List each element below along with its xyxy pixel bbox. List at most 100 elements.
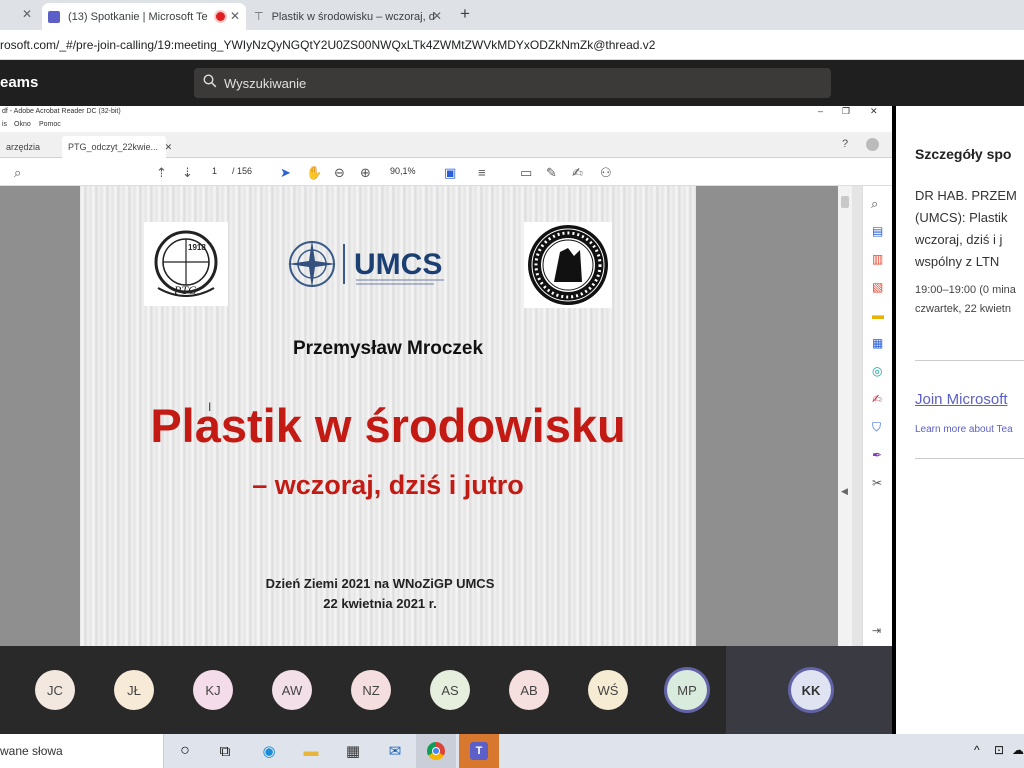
mail-icon[interactable]: ✉ [384, 741, 406, 761]
tab-tools[interactable]: arzędzia [0, 136, 46, 158]
zoom-in-icon[interactable]: ⊕ [360, 165, 371, 181]
text-cursor-icon: I [208, 400, 212, 414]
hand-icon[interactable]: ✋ [306, 165, 322, 181]
slide-event: Dzień Ziemi 2021 na WNoZiGP UMCS [265, 576, 495, 591]
teams-task-button[interactable]: T [459, 734, 499, 768]
slide-date: 22 kwietnia 2021 r. [323, 596, 437, 611]
collapse-panel-icon[interactable]: ◀ [841, 486, 848, 497]
export-pdf-icon[interactable]: ▤ [872, 224, 883, 238]
chrome-task-button[interactable] [416, 734, 456, 768]
zoom-level[interactable]: 90,1% [390, 166, 416, 176]
zoom-search-icon[interactable]: ⌕ [14, 165, 21, 181]
search-icon[interactable]: ⌕ [871, 196, 878, 212]
acrobat-title-bar: df - Adobe Acrobat Reader DC (32-bit) – … [0, 106, 892, 120]
slide-subtitle: – wczoraj, dziś i jutro [252, 470, 524, 500]
acrobat-tools-pane: ⌕ ▤ ▥ ▧ ▬ ▦ ◎ ✍ ⛉ ✒ ✂ ⇥ [862, 186, 892, 646]
tab-document[interactable]: PTG_odczyt_22kwie... ✕ [62, 136, 172, 158]
shared-screen: df - Adobe Acrobat Reader DC (32-bit) – … [0, 106, 892, 646]
slide-author: Przemysław Mroczek [292, 338, 484, 359]
avatar-initials: WŚ [597, 682, 619, 698]
sign-icon[interactable]: ✍ [572, 165, 583, 181]
file-explorer-icon[interactable]: ▬ [300, 741, 322, 761]
scrollbar-thumb[interactable] [841, 196, 849, 208]
url-text[interactable]: rosoft.com/_#/pre-join-calling/19:meetin… [0, 38, 655, 52]
document-view[interactable]: 1918 PTG UMCS Przemysław Mroczek Plastik… [0, 186, 838, 646]
minimize-icon[interactable]: – [818, 106, 823, 116]
acrobat-window-title: df - Adobe Acrobat Reader DC (32-bit) [2, 108, 121, 115]
avatar-initials: JŁ [127, 682, 141, 698]
participant-avatar[interactable]: WŚ [588, 670, 628, 710]
new-tab-icon[interactable]: + [460, 4, 470, 24]
participant-avatar[interactable]: AW [272, 670, 312, 710]
taskbar-search-box[interactable]: wane słowa [0, 734, 164, 768]
address-bar[interactable]: rosoft.com/_#/pre-join-calling/19:meetin… [0, 30, 1024, 60]
avatar-initials: NZ [362, 682, 380, 698]
combine-icon[interactable]: ▦ [872, 336, 883, 350]
chrome-icon-center [432, 747, 440, 755]
tab-plastik[interactable]: ⊤ Plastik w środowisku – wczoraj, d ✕ [248, 3, 448, 30]
edge-icon[interactable]: ◉ [258, 741, 280, 761]
page-total: / 156 [232, 166, 253, 176]
details-desc-line: DR HAB. PRZEM [915, 188, 1017, 203]
pen-icon[interactable]: ✎ [546, 165, 557, 181]
avatar-initials: AB [520, 682, 538, 698]
close-icon[interactable]: ✕ [870, 106, 878, 117]
store-icon[interactable]: ▦ [342, 741, 364, 761]
create-pdf-icon[interactable]: ▥ [872, 252, 883, 266]
task-view-icon[interactable]: ⧉ [214, 741, 236, 761]
network-icon[interactable]: ⊡ [994, 743, 1004, 757]
scroll-mode-icon[interactable]: ≡ [478, 165, 486, 180]
learn-more-link[interactable]: Learn more about Tea [915, 424, 1013, 435]
edit-pdf-icon[interactable]: ▧ [872, 280, 883, 294]
more-tools-icon[interactable]: ✂ [872, 476, 882, 490]
participant-avatar[interactable]: JŁ [114, 670, 154, 710]
menu-item[interactable]: Okno [14, 121, 31, 128]
cortana-icon[interactable]: ○ [174, 741, 196, 761]
details-heading: Szczegóły spo [915, 146, 1012, 162]
menu-item[interactable]: Pomoc [39, 121, 61, 128]
send-sign-icon[interactable]: ✒ [872, 448, 882, 462]
zoom-out-icon[interactable]: ⊖ [334, 165, 345, 181]
participant-avatar[interactable]: KK [791, 670, 831, 710]
teams-header: eams Wyszukiwanie [0, 60, 1024, 106]
select-cursor-icon[interactable]: ➤ [280, 165, 291, 181]
acrobat-menu-bar: is Okno Pomoc [0, 120, 892, 132]
participant-avatar[interactable]: MP [667, 670, 707, 710]
join-link[interactable]: Join Microsoft [915, 391, 1008, 408]
comment-icon[interactable]: ▬ [872, 308, 884, 322]
avatar-initials: KK [801, 682, 821, 698]
organize-icon[interactable]: ◎ [872, 364, 882, 378]
menu-item[interactable]: is [2, 121, 7, 128]
account-icon[interactable] [866, 138, 879, 151]
comment-icon[interactable]: ▭ [520, 165, 532, 181]
protect-icon[interactable]: ⛉ [872, 420, 881, 435]
participant-avatar[interactable]: JC [35, 670, 75, 710]
page-up-icon[interactable]: ⇡ [156, 165, 167, 181]
expand-pane-icon[interactable]: ⇥ [872, 624, 881, 637]
participant-avatar[interactable]: AS [430, 670, 470, 710]
meeting-details-panel: Szczegóły spo DR HAB. PRZEM (UMCS): Plas… [896, 106, 1024, 734]
restore-icon[interactable]: ❐ [842, 106, 850, 117]
page-icon: ⊤ [254, 11, 264, 23]
close-tab-icon[interactable]: ✕ [22, 7, 32, 21]
cloud-icon[interactable]: ☁ [1012, 743, 1024, 757]
close-icon[interactable]: ✕ [165, 142, 173, 152]
avatar-initials: AW [281, 682, 303, 698]
search-input[interactable]: Wyszukiwanie [194, 68, 831, 98]
share-icon[interactable]: ⚇ [600, 165, 612, 181]
participant-avatar[interactable]: KJ [193, 670, 233, 710]
close-tab-icon[interactable]: ✕ [432, 9, 442, 23]
participant-avatar[interactable]: AB [509, 670, 549, 710]
search-icon [203, 74, 217, 93]
tab-teams-meeting[interactable]: (13) Spotkanie | Microsoft Te ✕ [42, 3, 246, 30]
vertical-scrollbar[interactable]: ◀ [838, 186, 852, 646]
show-hidden-icons-icon[interactable]: ^ [974, 743, 980, 757]
help-icon[interactable]: ? [842, 138, 848, 150]
participant-avatar[interactable]: NZ [351, 670, 391, 710]
fill-sign-icon[interactable]: ✍ [872, 392, 882, 406]
page-down-icon[interactable]: ⇣ [182, 165, 193, 181]
fit-page-icon[interactable]: ▣ [444, 165, 456, 181]
divider [915, 360, 1024, 361]
close-tab-icon[interactable]: ✕ [230, 9, 240, 23]
page-current[interactable]: 1 [212, 166, 217, 176]
